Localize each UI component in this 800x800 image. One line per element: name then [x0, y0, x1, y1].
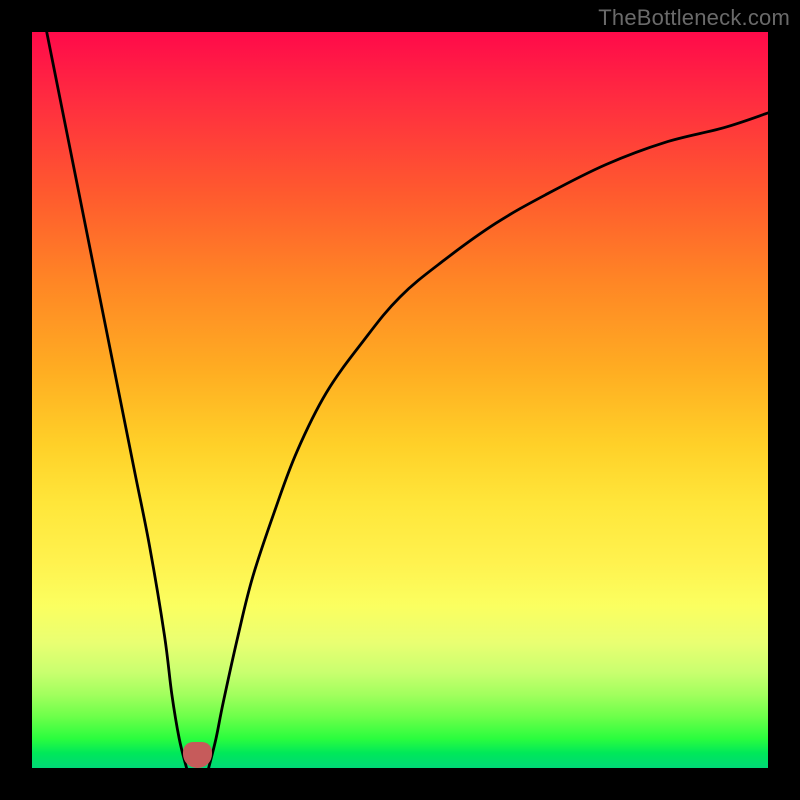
attribution-text: TheBottleneck.com	[598, 5, 790, 31]
plot-area	[32, 32, 768, 768]
curve-left-branch	[47, 32, 187, 768]
chart-frame: TheBottleneck.com	[0, 0, 800, 800]
curve-right-branch	[209, 113, 768, 768]
curves-layer	[32, 32, 768, 768]
